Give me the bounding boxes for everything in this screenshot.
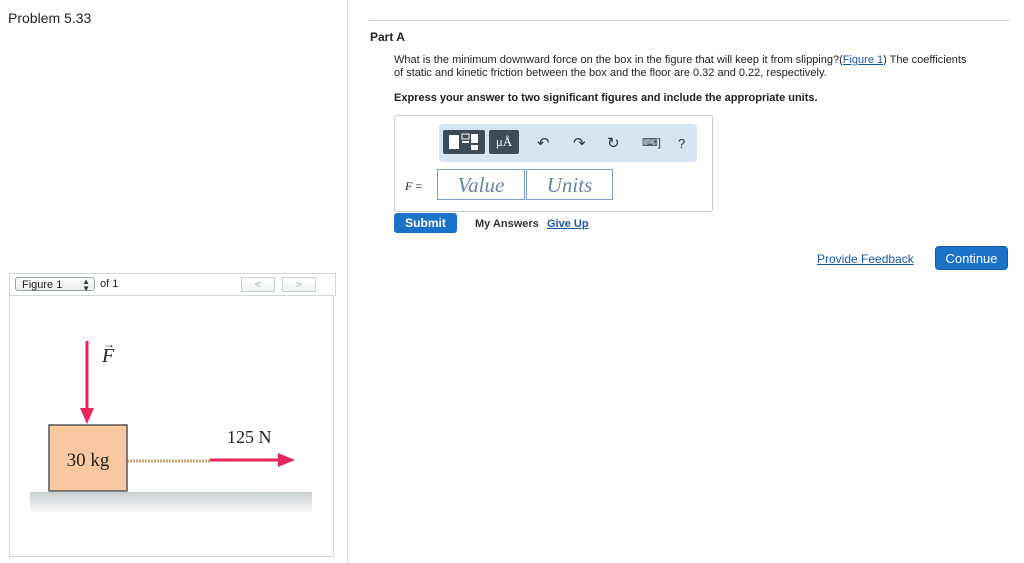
- applied-force-label: 125 N: [227, 427, 272, 447]
- answer-box: μÅ ↶ ↷ ↻ ⌨] ? F = Value Units: [394, 115, 713, 212]
- physics-figure: F → 125 N 30 kg: [30, 337, 312, 514]
- continue-button[interactable]: Continue: [935, 246, 1008, 270]
- instruction-text: Express your answer to two significant f…: [394, 92, 818, 104]
- equals-sign: =: [415, 179, 423, 193]
- give-up-link[interactable]: Give Up: [547, 218, 589, 230]
- variable-symbol: F: [405, 179, 413, 193]
- next-figure-button[interactable]: >: [282, 277, 316, 292]
- keyboard-icon[interactable]: ⌨]: [642, 136, 661, 149]
- vector-arrow-icon: →: [103, 337, 115, 351]
- redo-icon[interactable]: ↷: [573, 134, 586, 152]
- problem-title: Problem 5.33: [8, 10, 92, 26]
- my-answers-link[interactable]: My Answers: [475, 218, 539, 230]
- question-part-1: What is the minimum downward force on th…: [394, 54, 843, 66]
- value-input[interactable]: Value: [437, 169, 525, 200]
- downward-force-arrow-head: [80, 408, 94, 424]
- undo-icon[interactable]: ↶: [537, 134, 550, 152]
- math-toolbar: μÅ ↶ ↷ ↻ ⌨] ?: [439, 124, 697, 162]
- figure-select-value: Figure 1: [22, 279, 63, 291]
- applied-force-arrow-head: [278, 453, 295, 467]
- mass-label: 30 kg: [67, 450, 110, 471]
- figure-select[interactable]: Figure 1 ▲ ▼: [15, 277, 95, 293]
- provide-feedback-link[interactable]: Provide Feedback: [817, 252, 914, 266]
- answer-variable-label: F =: [405, 179, 422, 194]
- prev-figure-button[interactable]: <: [241, 277, 275, 292]
- help-button[interactable]: ?: [678, 136, 685, 151]
- select-arrows-icon: ▲ ▼: [82, 277, 90, 293]
- figure-navigation-bar: Figure 1 ▲ ▼ of 1 < >: [9, 273, 336, 296]
- question-text: What is the minimum downward force on th…: [394, 54, 974, 80]
- section-divider: [369, 20, 1009, 21]
- figure-panel: F → 125 N 30 kg: [9, 295, 334, 557]
- units-button[interactable]: μÅ: [489, 130, 519, 154]
- part-title: Part A: [370, 30, 405, 44]
- templates-button[interactable]: [443, 130, 485, 154]
- figure-link[interactable]: Figure 1: [843, 54, 883, 66]
- templates-icon: [449, 133, 478, 150]
- left-panel: Problem 5.33 Figure 1 ▲ ▼ of 1 < > F → 1…: [0, 0, 348, 563]
- units-input[interactable]: Units: [526, 169, 613, 200]
- reset-icon[interactable]: ↻: [607, 134, 620, 152]
- submit-button[interactable]: Submit: [394, 213, 457, 233]
- figure-count: of 1: [100, 278, 119, 290]
- floor: [30, 492, 312, 514]
